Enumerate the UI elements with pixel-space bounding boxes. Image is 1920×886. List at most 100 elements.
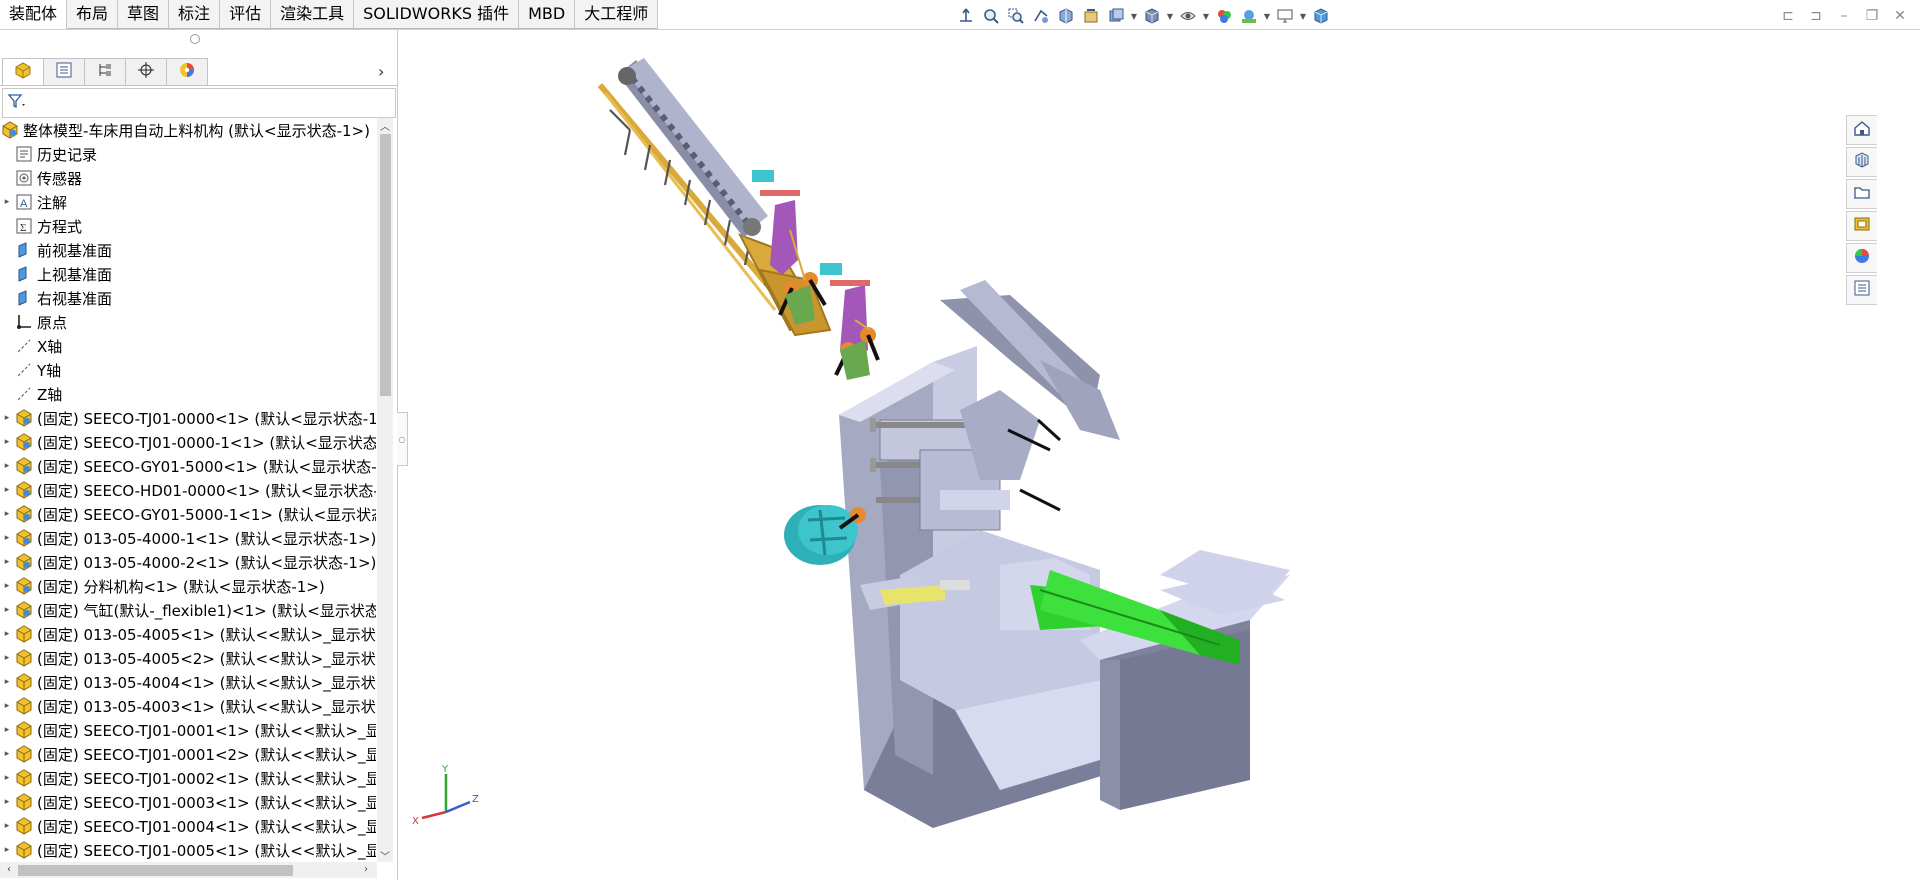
tree-item[interactable]: 右视基准面: [0, 286, 112, 310]
section-view-icon[interactable]: [1055, 5, 1077, 27]
tab-layout[interactable]: 布局: [67, 0, 119, 29]
expand-arrow-icon[interactable]: ▸: [0, 197, 14, 207]
tree-item[interactable]: ▸ (固定) SEECO-TJ01-0001<1> (默认<<默认>_显: [0, 718, 376, 742]
tree-item[interactable]: 原点: [0, 310, 67, 334]
tab-big-engineer[interactable]: 大工程师: [575, 0, 659, 29]
expand-arrow-icon[interactable]: ▸: [0, 725, 14, 735]
custom-properties-button[interactable]: [1846, 275, 1877, 305]
dimxpert-tab[interactable]: [125, 58, 167, 85]
dynamic-annotation-icon[interactable]: [1080, 5, 1102, 27]
expand-arrow-icon[interactable]: ▸: [0, 485, 14, 495]
chevron-down-icon[interactable]: ▼: [1263, 12, 1271, 21]
tree-vertical-scrollbar[interactable]: ︿ ﹀: [377, 118, 393, 863]
file-explorer-button[interactable]: [1846, 179, 1877, 209]
tree-item[interactable]: ▸ (固定) 013-05-4005<1> (默认<<默认>_显示状: [0, 622, 376, 646]
tree-filter-bar[interactable]: [2, 88, 396, 118]
tab-solidworks-addins[interactable]: SOLIDWORKS 插件: [354, 0, 520, 29]
chevron-down-icon[interactable]: ﹀: [379, 848, 391, 863]
minimize-icon[interactable]: –: [1832, 6, 1856, 26]
3d-view-icon[interactable]: [1310, 5, 1332, 27]
expand-arrow-icon[interactable]: ▸: [0, 605, 14, 615]
chevron-down-icon[interactable]: ▼: [1130, 12, 1138, 21]
tree-item[interactable]: ▸ (固定) 013-05-4005<2> (默认<<默认>_显示状: [0, 646, 376, 670]
expand-arrow-icon[interactable]: ▸: [0, 797, 14, 807]
expand-arrow-icon[interactable]: ▸: [0, 629, 14, 639]
previous-view-icon[interactable]: [1030, 5, 1052, 27]
tab-evaluate[interactable]: 评估: [220, 0, 272, 29]
tree-item[interactable]: ▸ (固定) 分料机构<1> (默认<显示状态-1>): [0, 574, 325, 598]
scrollbar-thumb[interactable]: [380, 134, 391, 396]
tree-item[interactable]: ▸ (固定) SEECO-TJ01-0002<1> (默认<<默认>_显: [0, 766, 376, 790]
expand-arrow-icon[interactable]: ▸: [0, 749, 14, 759]
tab-sketch[interactable]: 草图: [118, 0, 170, 29]
appearances-button[interactable]: [1846, 243, 1877, 273]
tile-left-icon[interactable]: ⊏: [1776, 6, 1800, 26]
expand-arrow-icon[interactable]: ▸: [0, 677, 14, 687]
expand-arrow-icon[interactable]: ▸: [0, 413, 14, 423]
filter-icon[interactable]: [7, 92, 29, 114]
chevron-down-icon[interactable]: ▼: [1299, 12, 1307, 21]
restore-icon[interactable]: ❐: [1860, 6, 1884, 26]
graphics-area[interactable]: Y X Z: [400, 30, 1880, 880]
tree-item[interactable]: Y轴: [0, 358, 61, 382]
tree-item[interactable]: ▸ (固定) 气缸(默认-_flexible1)<1> (默认<显示状态: [0, 598, 376, 622]
tree-item[interactable]: X轴: [0, 334, 62, 358]
featuremanager-tab[interactable]: [2, 58, 44, 85]
expand-arrow-icon[interactable]: ▸: [0, 845, 14, 855]
tree-item[interactable]: ▸ (固定) SEECO-GY01-5000-1<1> (默认<显示状态: [0, 502, 376, 526]
tab-mbd[interactable]: MBD: [519, 0, 576, 29]
chevron-up-icon[interactable]: ︿: [379, 118, 391, 133]
view-orientation-dropdown-icon[interactable]: [1105, 5, 1127, 27]
tree-root-assembly[interactable]: 整体模型-车床用自动上料机构 (默认<显示状态-1>): [0, 118, 370, 142]
design-library-button[interactable]: [1846, 147, 1877, 177]
tile-right-icon[interactable]: ⊐: [1804, 6, 1828, 26]
display-style-icon[interactable]: [1141, 5, 1163, 27]
tree-item[interactable]: ▸ A 注解: [0, 190, 67, 214]
expand-arrow-icon[interactable]: ▸: [0, 773, 14, 783]
tree-horizontal-scrollbar[interactable]: ‹ ›: [0, 862, 377, 878]
scrollbar-thumb[interactable]: [18, 865, 293, 876]
tree-item[interactable]: ▸ (固定) 013-05-4004<1> (默认<<默认>_显示状: [0, 670, 376, 694]
tree-item[interactable]: ▸ (固定) SEECO-TJ01-0000-1<1> (默认<显示状态: [0, 430, 376, 454]
tab-assembly[interactable]: 装配体: [0, 0, 68, 29]
tree-item[interactable]: ▸ (固定) SEECO-TJ01-0005<1> (默认<<默认>_显: [0, 838, 376, 862]
tree-item[interactable]: 传感器: [0, 166, 82, 190]
tree-item[interactable]: ▸ (固定) 013-05-4003<1> (默认<<默认>_显示状: [0, 694, 376, 718]
tree-item[interactable]: ▸ (固定) 013-05-4000-2<1> (默认<显示状态-1>): [0, 550, 376, 574]
expand-arrow-icon[interactable]: ▸: [0, 437, 14, 447]
chevron-right-icon[interactable]: ›: [359, 862, 373, 878]
expand-arrow-icon[interactable]: ▸: [0, 509, 14, 519]
tree-item[interactable]: 上视基准面: [0, 262, 112, 286]
zoom-to-fit-icon[interactable]: [980, 5, 1002, 27]
configurationmanager-tab[interactable]: [84, 58, 126, 85]
expand-arrow-icon[interactable]: ▸: [0, 557, 14, 567]
tree-item[interactable]: ▸ (固定) SEECO-TJ01-0004<1> (默认<<默认>_显: [0, 814, 376, 838]
panel-splitter-handle[interactable]: [190, 34, 200, 44]
hide-show-icon[interactable]: [1177, 5, 1199, 27]
expand-arrow-icon[interactable]: ▸: [0, 701, 14, 711]
edit-appearance-icon[interactable]: [1213, 5, 1235, 27]
tree-item[interactable]: 历史记录: [0, 142, 97, 166]
tree-item[interactable]: ▸ (固定) SEECO-GY01-5000<1> (默认<显示状态-: [0, 454, 376, 478]
chevron-down-icon[interactable]: ▼: [1202, 12, 1210, 21]
displaymanager-tab[interactable]: [166, 58, 208, 85]
tree-item[interactable]: ▸ (固定) SEECO-TJ01-0001<2> (默认<<默认>_显: [0, 742, 376, 766]
chevron-down-icon[interactable]: ▼: [1166, 12, 1174, 21]
expand-arrow-icon[interactable]: ▸: [0, 533, 14, 543]
tree-item[interactable]: Σ 方程式: [0, 214, 82, 238]
expand-arrow-icon[interactable]: ▸: [0, 581, 14, 591]
tree-item[interactable]: ▸ (固定) SEECO-HD01-0000<1> (默认<显示状态-: [0, 478, 376, 502]
expand-arrow-icon[interactable]: ▸: [0, 821, 14, 831]
tab-render-tools[interactable]: 渲染工具: [271, 0, 355, 29]
tree-item[interactable]: Z轴: [0, 382, 62, 406]
view-settings-icon[interactable]: [1274, 5, 1296, 27]
propertymanager-tab[interactable]: [43, 58, 85, 85]
tree-item[interactable]: ▸ (固定) 013-05-4000-1<1> (默认<显示状态-1>): [0, 526, 376, 550]
tree-item[interactable]: 前视基准面: [0, 238, 112, 262]
tree-item[interactable]: ▸ (固定) SEECO-TJ01-0003<1> (默认<<默认>_显: [0, 790, 376, 814]
zoom-to-area-icon[interactable]: [1005, 5, 1027, 27]
view-palette-button[interactable]: [1846, 211, 1877, 241]
apply-scene-icon[interactable]: [1238, 5, 1260, 27]
tree-item[interactable]: ▸ (固定) SEECO-TJ01-0000<1> (默认<显示状态-1: [0, 406, 376, 430]
expand-arrow-icon[interactable]: ▸: [0, 653, 14, 663]
